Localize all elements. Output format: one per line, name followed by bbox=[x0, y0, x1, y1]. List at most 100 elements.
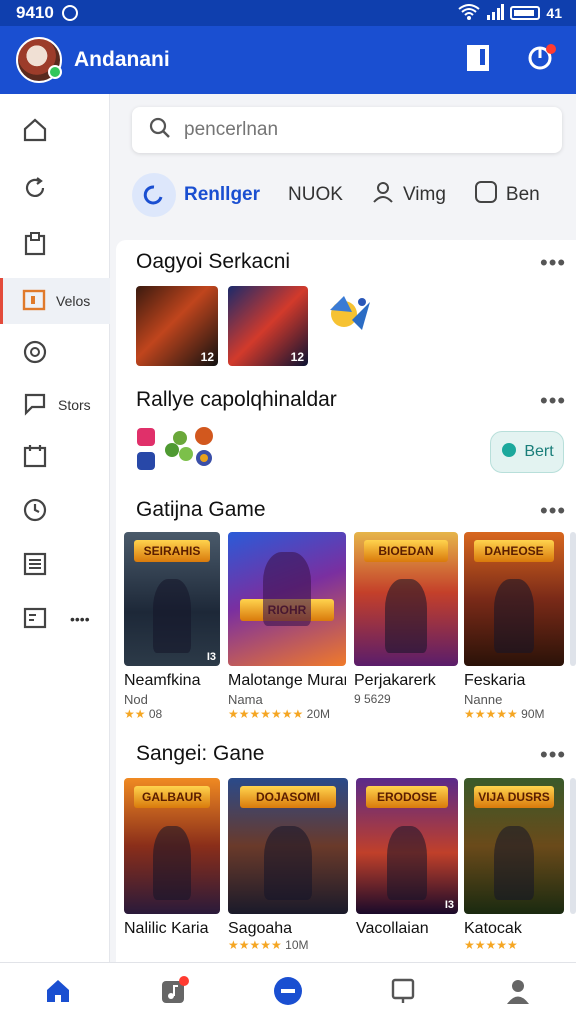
game-logo: ERODOSE bbox=[366, 786, 448, 809]
nav-device[interactable] bbox=[379, 970, 427, 1018]
tablet-icon bbox=[390, 977, 416, 1010]
sidebar-item-list[interactable] bbox=[0, 542, 110, 588]
section-title: Gatijna Game bbox=[136, 498, 266, 521]
sidebar-item-calendar[interactable] bbox=[0, 434, 110, 480]
notification-badge bbox=[178, 975, 189, 986]
game-card[interactable]: ERODOSE I3 Vacollaian bbox=[356, 778, 458, 938]
section-title: Sangei: Gane bbox=[136, 742, 265, 765]
sidebar-item-chat[interactable] bbox=[0, 330, 110, 376]
sidebar-item-label: •••• bbox=[70, 611, 90, 627]
chip-nuok[interactable]: NUOK bbox=[288, 184, 343, 206]
sidebar-item-label: Velos bbox=[56, 293, 91, 309]
rating-value: 9 5629 bbox=[354, 692, 391, 706]
game-name: Feskaria bbox=[464, 672, 526, 689]
more-button[interactable]: ••• bbox=[540, 388, 566, 414]
battery-icon bbox=[510, 6, 541, 20]
game-subtitle: Nod bbox=[124, 692, 148, 707]
game-name: Nalilic Karia bbox=[124, 920, 209, 937]
rating-stars: ★★★★★★★ bbox=[228, 707, 304, 721]
chip-ben[interactable]: Ben bbox=[474, 180, 540, 210]
game-rating: ★★★★★ 90M bbox=[464, 707, 564, 721]
sidebar-item-clock[interactable] bbox=[0, 488, 110, 534]
checkbox-icon bbox=[474, 180, 498, 210]
more-button[interactable]: ••• bbox=[540, 742, 566, 768]
section-title: Oagyoi Serkacni bbox=[136, 250, 291, 273]
flag-icon bbox=[22, 391, 48, 420]
bert-button[interactable]: Bert bbox=[490, 431, 564, 473]
sidebar: Velos Stors •••• bbox=[0, 94, 110, 962]
game-card-peek[interactable] bbox=[570, 778, 576, 914]
calendar-icon bbox=[22, 443, 48, 472]
notification-icon bbox=[61, 5, 78, 21]
notifications-button[interactable] bbox=[520, 40, 560, 80]
sidebar-item-velos[interactable]: Velos bbox=[0, 278, 110, 324]
chip-renllger[interactable]: Renllger bbox=[132, 173, 260, 217]
sidebar-item-label: Stors bbox=[58, 397, 91, 413]
clover-icon[interactable] bbox=[162, 424, 216, 470]
game-rating: ★★ 08 bbox=[124, 707, 220, 721]
sidebar-item-home[interactable] bbox=[0, 108, 110, 154]
square-icon bbox=[22, 288, 46, 315]
more-button[interactable]: ••• bbox=[540, 250, 566, 276]
game-name: Neamfkina bbox=[124, 672, 201, 689]
game-card[interactable]: SEIRAHIS I3 Neamfkina Nod ★★ 08 bbox=[124, 532, 220, 721]
game-logo: BIOEDAN bbox=[364, 540, 448, 563]
nav-home[interactable] bbox=[34, 970, 82, 1018]
filter-chips: Renllger NUOK Vimg Ben bbox=[132, 170, 576, 220]
app-bar: Andanani bbox=[0, 26, 576, 94]
rating-stars: ★★ bbox=[124, 707, 146, 721]
game-logo-icon[interactable] bbox=[322, 290, 376, 342]
sidebar-item-more[interactable]: •••• bbox=[0, 596, 110, 642]
game-name: Katocak bbox=[464, 920, 522, 937]
game-subtitle: Nama bbox=[228, 692, 263, 707]
rating-value: 90M bbox=[521, 707, 545, 721]
rating-stars: ★★★★★ bbox=[464, 707, 518, 721]
rating-value: 08 bbox=[148, 707, 163, 721]
game-logo: DAHEOSE bbox=[474, 540, 554, 563]
nav-center[interactable] bbox=[264, 970, 312, 1018]
chip-label: Renllger bbox=[184, 184, 261, 205]
sidebar-item-refresh[interactable] bbox=[0, 166, 110, 212]
chip-label: Vimg bbox=[402, 184, 446, 205]
app-icon[interactable] bbox=[137, 428, 155, 446]
rating-value: 20M bbox=[306, 707, 330, 721]
character-figure bbox=[385, 578, 427, 653]
avatar[interactable] bbox=[16, 37, 62, 83]
nav-library[interactable] bbox=[149, 970, 197, 1018]
refresh-icon bbox=[132, 173, 176, 217]
sidebar-item-clipboard[interactable] bbox=[0, 222, 110, 268]
sidebar-item-stors[interactable]: Stors bbox=[0, 382, 110, 428]
person-icon bbox=[371, 180, 395, 210]
game-card[interactable]: DOJASOMI Sagoaha ★★★★★ 10M bbox=[228, 778, 348, 952]
game-cover: ERODOSE I3 bbox=[356, 778, 458, 914]
app-icon[interactable] bbox=[137, 452, 155, 470]
book-button[interactable] bbox=[458, 40, 498, 80]
search-input[interactable] bbox=[184, 119, 524, 141]
game-card[interactable]: RIOHR Malotange Murar Nama ★★★★★★★ 20M bbox=[228, 532, 346, 721]
nav-profile[interactable] bbox=[494, 970, 542, 1018]
character-figure bbox=[494, 578, 534, 653]
game-logo: SEIRAHIS bbox=[133, 540, 211, 563]
signal-icon bbox=[486, 3, 505, 23]
refresh-icon bbox=[22, 175, 48, 204]
game-cover: VIJA DUSRS bbox=[464, 778, 564, 914]
cover-label: I3 bbox=[444, 899, 454, 911]
game-card[interactable]: VIJA DUSRS Katocak ★★★★★ bbox=[464, 778, 564, 952]
game-name: Sagoaha bbox=[228, 920, 293, 937]
game-card-peek[interactable] bbox=[570, 532, 576, 666]
chip-vimg[interactable]: Vimg bbox=[371, 180, 446, 210]
rating-stars: ★★★★★ bbox=[228, 938, 282, 952]
game-rating: ★★★★★★★ 20M bbox=[228, 707, 346, 721]
game-cover: BIOEDAN bbox=[354, 532, 458, 666]
chat-bubble-icon bbox=[500, 441, 518, 464]
game-card[interactable]: GALBAUR Nalilic Karia bbox=[124, 778, 220, 938]
game-card[interactable]: BIOEDAN Perjakarerk 9 5629 bbox=[354, 532, 458, 706]
game-card[interactable]: DAHEOSE Feskaria Nanne ★★★★★ 90M bbox=[464, 532, 564, 721]
game-thumbnail[interactable]: 12 bbox=[136, 286, 218, 366]
status-time: 9410 bbox=[16, 3, 54, 22]
more-button[interactable]: ••• bbox=[540, 498, 566, 524]
home-icon bbox=[22, 117, 48, 146]
game-thumbnail[interactable]: 12 bbox=[228, 286, 308, 366]
rating-value: 10M bbox=[285, 938, 309, 952]
chip-label: NUOK bbox=[288, 184, 343, 205]
